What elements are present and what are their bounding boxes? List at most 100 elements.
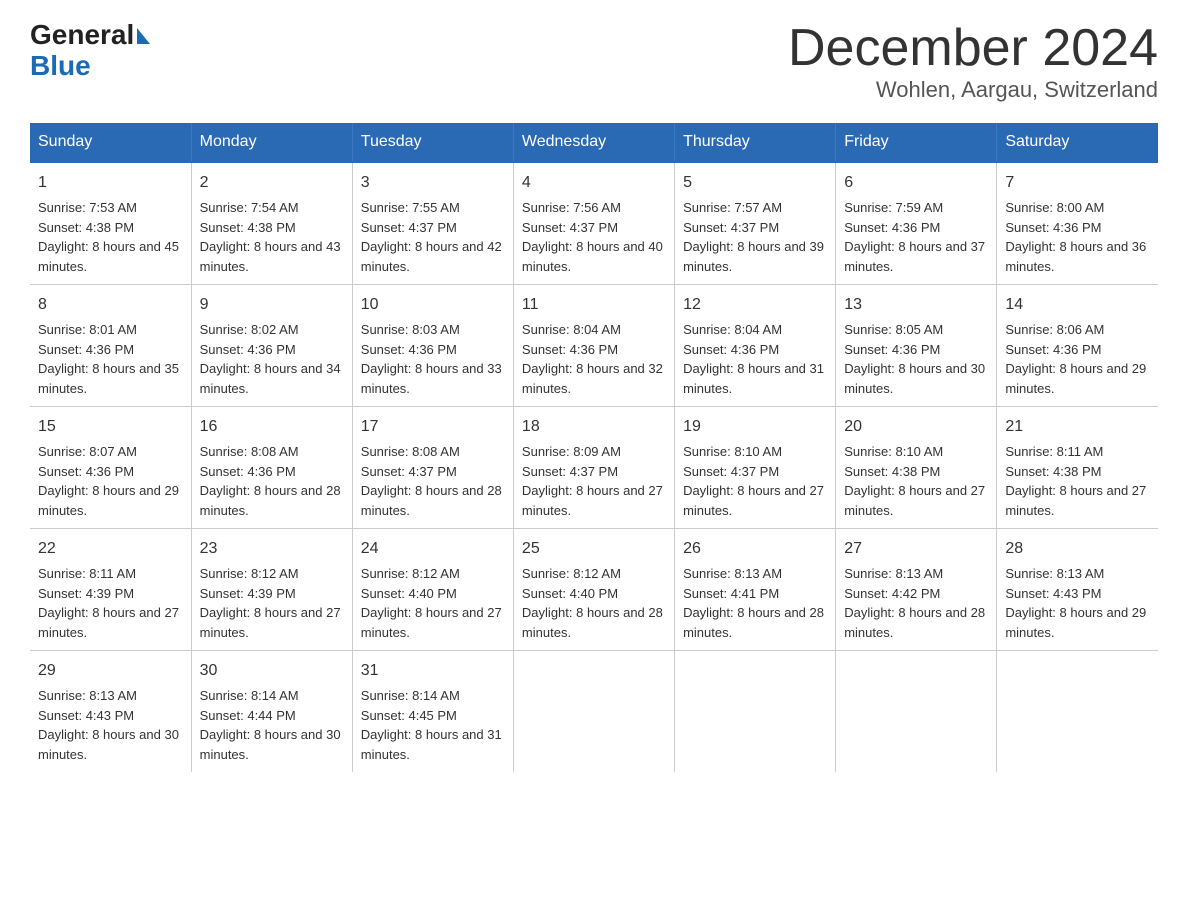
day-cell: 5 Sunrise: 7:57 AMSunset: 4:37 PMDaylight… — [675, 162, 836, 285]
day-info: Sunrise: 7:54 AMSunset: 4:38 PMDaylight:… — [200, 198, 344, 276]
day-number: 5 — [683, 171, 827, 195]
week-row-1: 1 Sunrise: 7:53 AMSunset: 4:38 PMDaylight… — [30, 162, 1158, 285]
day-cell: 24 Sunrise: 8:12 AMSunset: 4:40 PMDayligh… — [352, 529, 513, 651]
day-cell: 21Sunrise: 8:11 AMSunset: 4:38 PMDayligh… — [997, 407, 1158, 529]
day-number: 18 — [522, 415, 666, 439]
day-number: 9 — [200, 293, 344, 317]
day-cell: 22 Sunrise: 8:11 AMSunset: 4:39 PMDayligh… — [30, 529, 191, 651]
day-info: Sunrise: 8:14 AMSunset: 4:44 PMDaylight:… — [200, 686, 344, 764]
page-subtitle: Wohlen, Aargau, Switzerland — [788, 77, 1158, 103]
day-info: Sunrise: 7:53 AMSunset: 4:38 PMDaylight:… — [38, 198, 183, 276]
day-info: Sunrise: 8:11 AMSunset: 4:38 PMDaylight:… — [1005, 442, 1150, 520]
day-info: Sunrise: 8:08 AMSunset: 4:36 PMDaylight:… — [200, 442, 344, 520]
day-info: Sunrise: 8:12 AMSunset: 4:39 PMDaylight:… — [200, 564, 344, 642]
day-info: Sunrise: 8:13 AMSunset: 4:43 PMDaylight:… — [1005, 564, 1150, 642]
day-cell: 3Sunrise: 7:55 AMSunset: 4:37 PMDaylight… — [352, 162, 513, 285]
day-cell: 9 Sunrise: 8:02 AMSunset: 4:36 PMDaylight… — [191, 285, 352, 407]
day-number: 1 — [38, 171, 183, 195]
week-row-3: 15 Sunrise: 8:07 AMSunset: 4:36 PMDayligh… — [30, 407, 1158, 529]
day-number: 10 — [361, 293, 505, 317]
header-sunday: Sunday — [30, 123, 191, 162]
day-number: 8 — [38, 293, 183, 317]
day-cell: 31 Sunrise: 8:14 AMSunset: 4:45 PMDayligh… — [352, 651, 513, 773]
week-row-5: 29Sunrise: 8:13 AMSunset: 4:43 PMDayligh… — [30, 651, 1158, 773]
day-number: 28 — [1005, 537, 1150, 561]
header-monday: Monday — [191, 123, 352, 162]
day-cell — [997, 651, 1158, 773]
day-info: Sunrise: 7:59 AMSunset: 4:36 PMDaylight:… — [844, 198, 988, 276]
day-info: Sunrise: 8:07 AMSunset: 4:36 PMDaylight:… — [38, 442, 183, 520]
day-number: 15 — [38, 415, 183, 439]
week-row-2: 8 Sunrise: 8:01 AMSunset: 4:36 PMDaylight… — [30, 285, 1158, 407]
title-area: December 2024 Wohlen, Aargau, Switzerlan… — [788, 20, 1158, 103]
day-number: 26 — [683, 537, 827, 561]
day-cell: 4 Sunrise: 7:56 AMSunset: 4:37 PMDaylight… — [513, 162, 674, 285]
day-cell: 30Sunrise: 8:14 AMSunset: 4:44 PMDayligh… — [191, 651, 352, 773]
calendar-header-row: SundayMondayTuesdayWednesdayThursdayFrid… — [30, 123, 1158, 162]
day-cell: 23Sunrise: 8:12 AMSunset: 4:39 PMDayligh… — [191, 529, 352, 651]
day-number: 17 — [361, 415, 505, 439]
day-info: Sunrise: 8:14 AMSunset: 4:45 PMDaylight:… — [361, 686, 505, 764]
day-cell: 13 Sunrise: 8:05 AMSunset: 4:36 PMDayligh… — [836, 285, 997, 407]
day-info: Sunrise: 8:02 AMSunset: 4:36 PMDaylight:… — [200, 320, 344, 398]
day-number: 13 — [844, 293, 988, 317]
day-info: Sunrise: 8:06 AMSunset: 4:36 PMDaylight:… — [1005, 320, 1150, 398]
day-number: 31 — [361, 659, 505, 683]
page-header: General Blue December 2024 Wohlen, Aarga… — [30, 20, 1158, 103]
day-cell: 1 Sunrise: 7:53 AMSunset: 4:38 PMDaylight… — [30, 162, 191, 285]
day-info: Sunrise: 8:03 AMSunset: 4:36 PMDaylight:… — [361, 320, 505, 398]
day-number: 16 — [200, 415, 344, 439]
logo-text-blue: Blue — [30, 51, 150, 82]
day-cell: 18 Sunrise: 8:09 AMSunset: 4:37 PMDayligh… — [513, 407, 674, 529]
day-cell: 19Sunrise: 8:10 AMSunset: 4:37 PMDayligh… — [675, 407, 836, 529]
logo: General Blue — [30, 20, 150, 82]
day-info: Sunrise: 8:01 AMSunset: 4:36 PMDaylight:… — [38, 320, 183, 398]
day-cell: 10 Sunrise: 8:03 AMSunset: 4:36 PMDayligh… — [352, 285, 513, 407]
day-number: 4 — [522, 171, 666, 195]
day-number: 14 — [1005, 293, 1150, 317]
day-cell: 17 Sunrise: 8:08 AMSunset: 4:37 PMDayligh… — [352, 407, 513, 529]
day-info: Sunrise: 8:10 AMSunset: 4:38 PMDaylight:… — [844, 442, 988, 520]
day-number: 22 — [38, 537, 183, 561]
week-row-4: 22 Sunrise: 8:11 AMSunset: 4:39 PMDayligh… — [30, 529, 1158, 651]
day-cell — [513, 651, 674, 773]
day-info: Sunrise: 8:11 AMSunset: 4:39 PMDaylight:… — [38, 564, 183, 642]
day-info: Sunrise: 8:09 AMSunset: 4:37 PMDaylight:… — [522, 442, 666, 520]
page-title: December 2024 — [788, 20, 1158, 77]
day-cell: 6 Sunrise: 7:59 AMSunset: 4:36 PMDaylight… — [836, 162, 997, 285]
day-cell: 8 Sunrise: 8:01 AMSunset: 4:36 PMDaylight… — [30, 285, 191, 407]
day-number: 20 — [844, 415, 988, 439]
day-info: Sunrise: 8:04 AMSunset: 4:36 PMDaylight:… — [683, 320, 827, 398]
day-cell: 29Sunrise: 8:13 AMSunset: 4:43 PMDayligh… — [30, 651, 191, 773]
day-cell: 16 Sunrise: 8:08 AMSunset: 4:36 PMDayligh… — [191, 407, 352, 529]
day-cell: 15 Sunrise: 8:07 AMSunset: 4:36 PMDayligh… — [30, 407, 191, 529]
logo-text-general: General — [30, 20, 134, 51]
day-info: Sunrise: 8:13 AMSunset: 4:43 PMDaylight:… — [38, 686, 183, 764]
day-info: Sunrise: 7:57 AMSunset: 4:37 PMDaylight:… — [683, 198, 827, 276]
day-info: Sunrise: 8:12 AMSunset: 4:40 PMDaylight:… — [361, 564, 505, 642]
day-number: 11 — [522, 293, 666, 317]
logo-arrow-icon — [137, 28, 150, 44]
day-cell: 12 Sunrise: 8:04 AMSunset: 4:36 PMDayligh… — [675, 285, 836, 407]
calendar-table: SundayMondayTuesdayWednesdayThursdayFrid… — [30, 123, 1158, 772]
day-number: 6 — [844, 171, 988, 195]
day-info: Sunrise: 8:13 AMSunset: 4:41 PMDaylight:… — [683, 564, 827, 642]
day-info: Sunrise: 7:56 AMSunset: 4:37 PMDaylight:… — [522, 198, 666, 276]
day-info: Sunrise: 8:05 AMSunset: 4:36 PMDaylight:… — [844, 320, 988, 398]
day-cell: 2 Sunrise: 7:54 AMSunset: 4:38 PMDaylight… — [191, 162, 352, 285]
day-info: Sunrise: 8:08 AMSunset: 4:37 PMDaylight:… — [361, 442, 505, 520]
header-thursday: Thursday — [675, 123, 836, 162]
day-info: Sunrise: 7:55 AMSunset: 4:37 PMDaylight:… — [361, 198, 505, 276]
day-cell: 25Sunrise: 8:12 AMSunset: 4:40 PMDayligh… — [513, 529, 674, 651]
day-number: 12 — [683, 293, 827, 317]
day-number: 7 — [1005, 171, 1150, 195]
day-number: 19 — [683, 415, 827, 439]
day-cell — [675, 651, 836, 773]
day-cell: 11 Sunrise: 8:04 AMSunset: 4:36 PMDayligh… — [513, 285, 674, 407]
day-info: Sunrise: 8:13 AMSunset: 4:42 PMDaylight:… — [844, 564, 988, 642]
day-number: 2 — [200, 171, 344, 195]
header-saturday: Saturday — [997, 123, 1158, 162]
day-number: 24 — [361, 537, 505, 561]
day-info: Sunrise: 8:04 AMSunset: 4:36 PMDaylight:… — [522, 320, 666, 398]
header-friday: Friday — [836, 123, 997, 162]
